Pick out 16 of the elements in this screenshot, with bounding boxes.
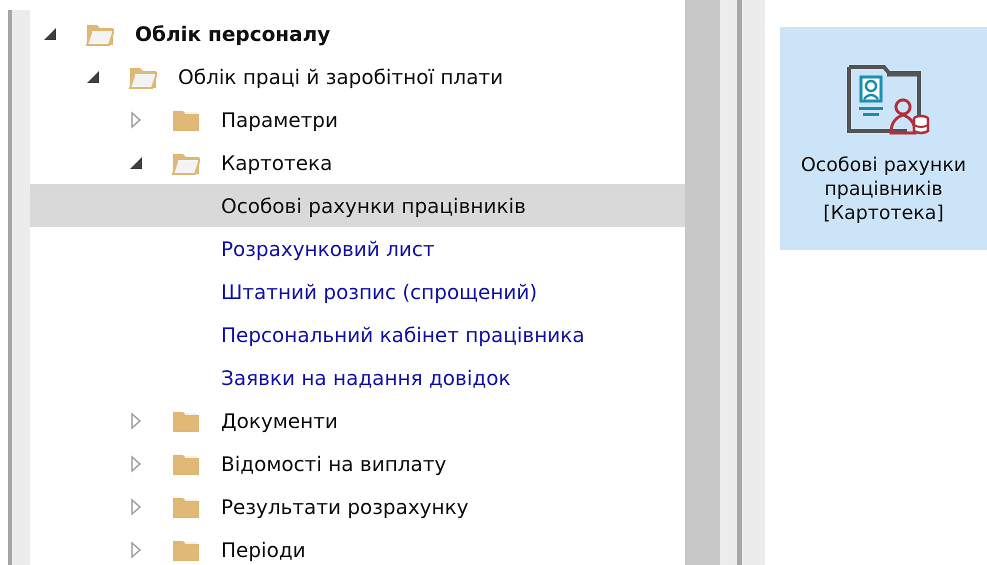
tree-folder[interactable]: Періоди (30, 528, 685, 565)
tree-folder[interactable]: Облік праці й заробітної плати (30, 55, 685, 98)
tree-folder[interactable]: Результати розрахунку (30, 485, 685, 528)
scrollbar[interactable] (685, 0, 720, 565)
tree-item[interactable]: Штатний розпис (спрощений) (30, 270, 685, 313)
splitter[interactable] (720, 0, 765, 565)
tree-item[interactable]: Заявки на надання довідок (30, 356, 685, 399)
tree-folder[interactable]: Документи (30, 399, 685, 442)
tree-folder[interactable]: Облік персоналу (30, 12, 685, 55)
tree-item[interactable]: Персональний кабінет працівника (30, 313, 685, 356)
shortcut-tile[interactable]: Особові рахунки працівників [Картотека] (780, 27, 987, 250)
tree-folder[interactable]: Картотека (30, 141, 685, 184)
tree-folder[interactable]: Параметри (30, 98, 685, 141)
tree-item[interactable]: Особові рахунки працівників (30, 184, 685, 227)
tree-item[interactable]: Розрахунковий лист (30, 227, 685, 270)
tree-folder[interactable]: Відомості на виплату (30, 442, 685, 485)
